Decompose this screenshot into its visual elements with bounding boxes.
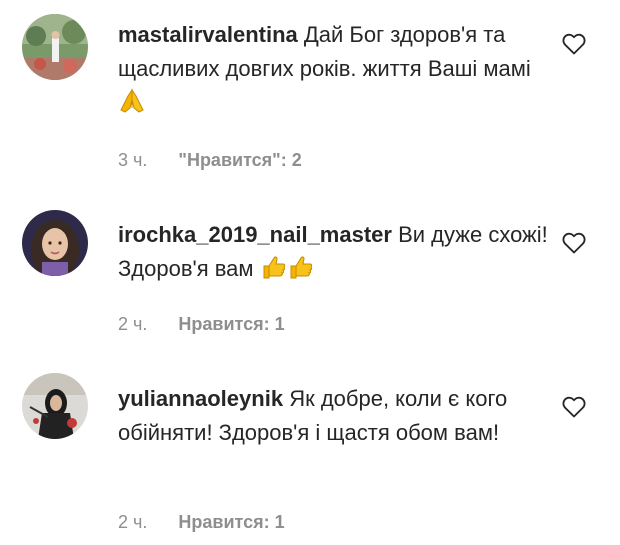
avatar[interactable] — [22, 373, 88, 439]
heart-icon[interactable] — [562, 232, 586, 254]
comment-text-block: irochka_2019_nail_master Ви дуже схожі! … — [118, 218, 548, 286]
thumbs-up-icon — [288, 254, 314, 280]
comment-time: 3 ч. — [118, 150, 148, 170]
comment-likes[interactable]: "Нравится": 2 — [178, 150, 301, 170]
comment-meta: 3 ч. "Нравится": 2 — [118, 150, 302, 171]
comment-meta: 2 ч. Нравится: 1 — [118, 512, 285, 533]
comment-text-block: yuliannaoleynik Як добре, коли є кого об… — [118, 382, 548, 450]
thumbs-up-icon — [261, 254, 287, 280]
comment-meta: 2 ч. Нравится: 1 — [118, 314, 285, 335]
comment-username[interactable]: irochka_2019_nail_master — [118, 222, 392, 247]
comment-text-block: mastalirvalentina Дай Бог здоров'я та ща… — [118, 18, 548, 120]
avatar[interactable] — [22, 14, 88, 80]
comment-time: 2 ч. — [118, 314, 148, 334]
comment-likes[interactable]: Нравится: 1 — [178, 512, 284, 532]
avatar[interactable] — [22, 210, 88, 276]
comment-time: 2 ч. — [118, 512, 148, 532]
folded-hands-icon — [119, 88, 145, 114]
comment-username[interactable]: mastalirvalentina — [118, 22, 298, 47]
comment-likes[interactable]: Нравится: 1 — [178, 314, 284, 334]
heart-icon[interactable] — [562, 33, 586, 55]
heart-icon[interactable] — [562, 396, 586, 418]
comment-username[interactable]: yuliannaoleynik — [118, 386, 283, 411]
